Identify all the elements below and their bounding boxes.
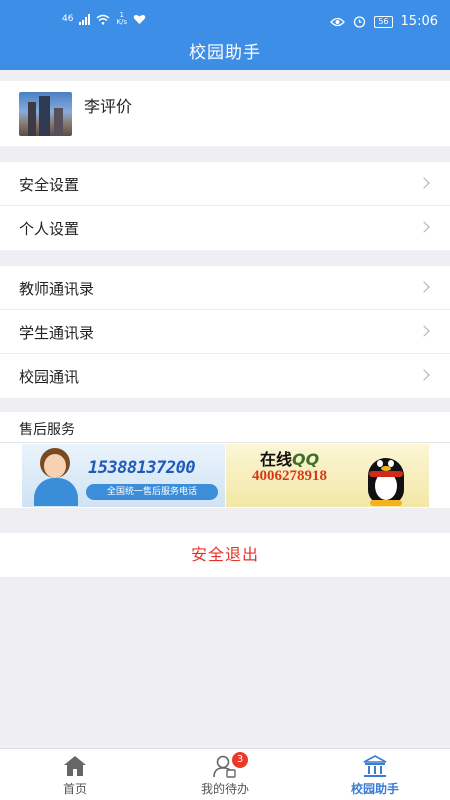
status-right: 56 15:06 xyxy=(330,14,438,29)
chevron-right-icon xyxy=(418,177,430,189)
avatar[interactable] xyxy=(19,92,72,136)
page-title: 校园助手 xyxy=(189,43,261,63)
menu-item-label: 个人设置 xyxy=(19,220,80,238)
online-text: 在线 xyxy=(260,450,293,469)
service-agent-icon xyxy=(28,448,86,506)
qq-text: QQ xyxy=(292,450,320,469)
alarm-icon xyxy=(354,16,366,28)
menu-item-campus-contacts[interactable]: 校园通讯 xyxy=(0,354,450,398)
menu-item-security-settings[interactable]: 安全设置 xyxy=(0,162,450,206)
network-type: 46 xyxy=(62,14,74,24)
qq-penguin-icon xyxy=(360,454,412,506)
signal-icon xyxy=(79,13,91,25)
app-header: 46 1 K/s 56 15:06 校园助手 xyxy=(0,0,450,70)
tab-label: 首页 xyxy=(62,782,87,796)
chevron-right-icon xyxy=(418,221,430,233)
tab-label: 我的待办 xyxy=(200,782,249,796)
heart-icon xyxy=(133,14,146,24)
eye-icon xyxy=(330,17,346,26)
after-sales-title: 售后服务 xyxy=(19,422,75,438)
school-icon xyxy=(363,755,387,777)
tab-my-tasks[interactable]: 3 我的待办 xyxy=(150,749,300,800)
chevron-right-icon xyxy=(418,369,430,381)
menu-item-personal-settings[interactable]: 个人设置 xyxy=(0,206,450,250)
contacts-group: 教师通讯录 学生通讯录 校园通讯 xyxy=(0,266,450,398)
qq-service-banner[interactable]: 在线QQ 4006278918 xyxy=(226,444,429,507)
phone-service-banner[interactable]: 15388137200 全国统一售后服务电话 xyxy=(22,444,225,507)
menu-item-label: 教师通讯录 xyxy=(19,280,95,298)
app: 46 1 K/s 56 15:06 校园助手 李评价 安全设置 个人设置 教师通… xyxy=(0,0,450,800)
settings-group: 安全设置 个人设置 xyxy=(0,162,450,250)
menu-item-label: 学生通讯录 xyxy=(19,324,95,342)
tasks-badge: 3 xyxy=(232,752,248,768)
chevron-right-icon xyxy=(418,281,430,293)
menu-item-label: 安全设置 xyxy=(19,176,80,194)
logout-button[interactable]: 安全退出 xyxy=(0,533,450,577)
status-bar: 46 1 K/s 56 15:06 xyxy=(0,0,450,38)
net-speed: 1 K/s xyxy=(116,12,127,26)
menu-item-student-contacts[interactable]: 学生通讯录 xyxy=(0,310,450,354)
clock: 15:06 xyxy=(400,14,438,29)
service-phone-number: 15388137200 xyxy=(88,458,196,478)
qq-number: 4006278918 xyxy=(252,468,327,484)
battery-icon: 56 xyxy=(374,15,393,28)
wifi-icon xyxy=(97,14,110,25)
divider xyxy=(0,442,450,443)
profile-name: 李评价 xyxy=(84,97,133,116)
profile-row[interactable]: 李评价 xyxy=(0,81,450,146)
menu-item-label: 校园通讯 xyxy=(19,368,80,386)
status-left: 46 1 K/s xyxy=(62,12,146,26)
net-speed-unit: K/s xyxy=(116,18,128,26)
service-phone-caption: 全国统一售后服务电话 xyxy=(86,484,218,500)
battery-level: 56 xyxy=(378,16,389,26)
home-icon xyxy=(64,756,86,776)
tab-home[interactable]: 首页 xyxy=(0,749,150,800)
menu-item-teacher-contacts[interactable]: 教师通讯录 xyxy=(0,266,450,310)
tab-label: 校园助手 xyxy=(350,782,399,796)
bottom-nav: 首页 3 我的待办 校园助手 xyxy=(0,748,450,800)
qq-online-label: 在线QQ xyxy=(260,446,319,470)
chevron-right-icon xyxy=(418,325,430,337)
tab-campus-assistant[interactable]: 校园助手 xyxy=(300,749,450,800)
